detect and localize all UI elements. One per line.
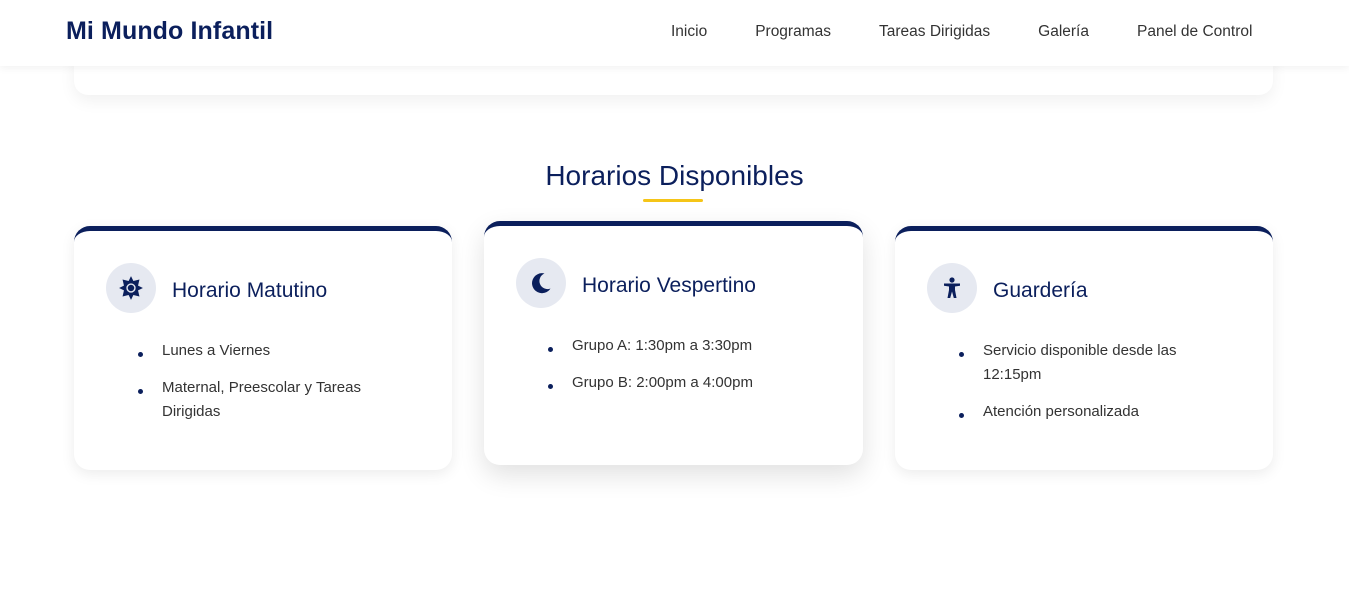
title-underline-decoration: [643, 199, 703, 202]
card-list: Grupo A: 1:30pm a 3:30pm Grupo B: 2:00pm…: [548, 334, 818, 408]
list-item: Maternal, Preescolar y Tareas Dirigidas: [138, 376, 398, 424]
child-icon: [927, 263, 977, 313]
nav-link-tareas-dirigidas[interactable]: Tareas Dirigidas: [879, 22, 990, 42]
list-item: Lunes a Viernes: [138, 339, 398, 363]
list-item: Grupo B: 2:00pm a 4:00pm: [548, 371, 818, 395]
nav-link-programas[interactable]: Programas: [755, 22, 831, 42]
top-navbar: Mi Mundo Infantil Inicio Programas Tarea…: [0, 0, 1349, 66]
card-title: Horario Matutino: [172, 279, 328, 302]
nav-link-panel-de-control[interactable]: Panel de Control: [1137, 22, 1252, 42]
sun-icon: [106, 263, 156, 313]
schedule-card-matutino: Horario Matutino Lunes a Viernes Materna…: [74, 226, 452, 470]
nav-link-inicio[interactable]: Inicio: [671, 22, 707, 42]
moon-icon: [516, 258, 566, 308]
card-list: Servicio disponible desde las 12:15pm At…: [959, 339, 1209, 437]
brand-logo-text[interactable]: Mi Mundo Infantil: [66, 17, 273, 46]
schedule-card-vespertino: Horario Vespertino Grupo A: 1:30pm a 3:3…: [484, 221, 863, 465]
list-item: Servicio disponible desde las 12:15pm: [959, 339, 1209, 387]
schedule-card-guarderia: Guardería Servicio disponible desde las …: [895, 226, 1273, 470]
card-title: Guardería: [993, 279, 1088, 302]
card-list: Lunes a Viernes Maternal, Preescolar y T…: [138, 339, 398, 437]
list-item: Atención personalizada: [959, 400, 1209, 424]
nav-link-galeria[interactable]: Galería: [1038, 22, 1089, 42]
section-title: Horarios Disponibles: [545, 160, 804, 191]
card-title: Horario Vespertino: [582, 274, 756, 297]
list-item: Grupo A: 1:30pm a 3:30pm: [548, 334, 818, 358]
main-nav: Inicio Programas Tareas Dirigidas Galerí…: [671, 22, 1252, 42]
